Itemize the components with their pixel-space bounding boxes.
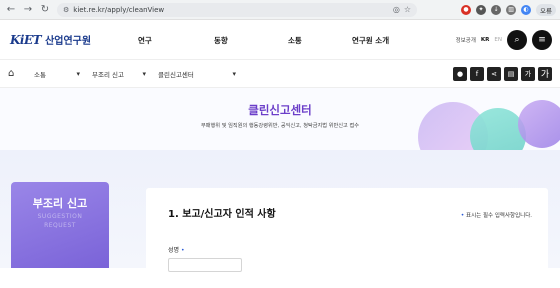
lang-en[interactable]: EN xyxy=(494,37,502,43)
required-mark: • xyxy=(180,247,185,254)
browser-toolbar: ← → ↻ ⚙ kiet.re.kr/apply/cleanView ◎ ☆ ●… xyxy=(0,0,560,20)
section-title: 1. 보고/신고자 인적 사항 xyxy=(168,209,276,220)
search-button[interactable]: ⌕ xyxy=(507,30,527,50)
required-mark: • xyxy=(460,212,465,219)
page-hero: 클린신고센터 부패행위 및 임직원의 행동강령위반, 공익신고, 청탁금지법 위… xyxy=(0,88,560,150)
sidepanel-icon[interactable]: ▥ xyxy=(506,4,517,15)
sidebar-en-line2: REQUEST xyxy=(44,222,76,229)
breadcrumb-dropdown-3[interactable]: 클린신고센터 ▾ xyxy=(152,69,242,79)
sidebar-title-card: 부조리 신고 SUGGESTION REQUEST xyxy=(11,182,109,268)
forward-icon[interactable]: → xyxy=(21,3,35,17)
breadcrumb-label: 클린신고센터 xyxy=(158,70,194,79)
sidebar-en-line1: SUGGESTION xyxy=(37,213,83,220)
facebook-icon: f xyxy=(475,69,479,78)
site-logo[interactable]: KiET 산업연구원 xyxy=(10,32,130,48)
nav-item-community[interactable]: 소통 xyxy=(288,35,302,46)
form-panel: 1. 보고/신고자 인적 사항 • 표시는 필수 입력사항입니다. 성명 • xyxy=(146,188,548,272)
caret-down-icon: ▾ xyxy=(142,69,146,78)
facebook-share-button[interactable]: f xyxy=(470,66,484,81)
page-subtitle: 부패행위 및 임직원의 행동강령위반, 공익신고, 청탁금지법 위반신고 접수 xyxy=(200,123,360,129)
address-bar[interactable]: ⚙ kiet.re.kr/apply/cleanView ◎ ☆ xyxy=(57,2,417,17)
site-info-icon[interactable]: ⚙ xyxy=(63,6,69,14)
print-icon: ▤ xyxy=(507,69,515,78)
font-increase-button[interactable]: 가 xyxy=(521,66,535,81)
chat-share-button[interactable]: ● xyxy=(453,66,467,81)
site-header: KiET 산업연구원 연구 동향 소통 연구원 소개 정보공개 KR EN ⌕ … xyxy=(0,20,560,60)
menu-button[interactable]: ≡ xyxy=(532,30,552,50)
utility-menu: 정보공개 KR EN ⌕ ≡ xyxy=(456,30,552,50)
extensions-puzzle-icon[interactable]: ✦ xyxy=(476,4,487,15)
name-input[interactable] xyxy=(168,258,242,272)
search-icon: ⌕ xyxy=(514,35,520,45)
caret-down-icon: ▾ xyxy=(232,69,236,78)
required-note-text: 표시는 필수 입력사항입니다. xyxy=(466,213,532,219)
breadcrumb-dropdown-1[interactable]: 소통 ▾ xyxy=(28,69,86,79)
nav-item-trends[interactable]: 동향 xyxy=(214,35,228,46)
sidebar-title: 부조리 신고 xyxy=(32,197,88,210)
chat-icon: ● xyxy=(456,69,464,78)
name-label: 성명 • xyxy=(168,245,185,254)
name-label-text: 성명 xyxy=(168,247,180,254)
print-button[interactable]: ▤ xyxy=(504,66,518,81)
logo-mark: KiET xyxy=(10,32,42,47)
location-bar: ⌂ 소통 ▾ 부조리 신고 ▾ 클린신고센터 ▾ ● f ⋖ ▤ 가 가 xyxy=(0,60,560,88)
chrome-account-icon[interactable]: ◐ xyxy=(521,4,532,15)
lang-kr[interactable]: KR xyxy=(481,37,490,43)
font-decrease-button[interactable]: 가 xyxy=(538,66,552,81)
nav-item-research[interactable]: 연구 xyxy=(138,35,152,46)
logo-name: 산업연구원 xyxy=(45,36,92,47)
main-area: 부조리 신고 SUGGESTION REQUEST 1. 보고/신고자 인적 사… xyxy=(0,150,560,272)
url-text: kiet.re.kr/apply/cleanView xyxy=(73,5,165,14)
required-note: • 표시는 필수 입력사항입니다. xyxy=(461,211,532,219)
breadcrumb-label: 부조리 신고 xyxy=(92,70,124,79)
page-title: 클린신고센터 xyxy=(248,103,312,117)
eye-off-icon[interactable]: ◎ xyxy=(393,5,400,14)
quick-actions: ● f ⋖ ▤ 가 가 xyxy=(453,66,552,81)
share-icon: ⋖ xyxy=(491,69,497,78)
bookmark-star-icon[interactable]: ☆ xyxy=(404,5,411,14)
profile-button[interactable]: 오류 xyxy=(536,3,556,16)
nav-item-about[interactable]: 연구원 소개 xyxy=(352,35,389,46)
reload-icon[interactable]: ↻ xyxy=(38,3,52,17)
home-icon[interactable]: ⌂ xyxy=(8,68,22,79)
breadcrumb-dropdown-2[interactable]: 부조리 신고 ▾ xyxy=(86,69,152,79)
breadcrumb-label: 소통 xyxy=(34,70,46,79)
extension-icon[interactable]: ● xyxy=(461,4,472,15)
back-icon[interactable]: ← xyxy=(4,3,18,17)
hamburger-icon: ≡ xyxy=(538,35,546,45)
download-icon[interactable]: ↓ xyxy=(491,4,502,15)
info-disclosure-link[interactable]: 정보공개 xyxy=(456,36,476,44)
caret-down-icon: ▾ xyxy=(76,69,80,78)
share-button[interactable]: ⋖ xyxy=(487,66,501,81)
